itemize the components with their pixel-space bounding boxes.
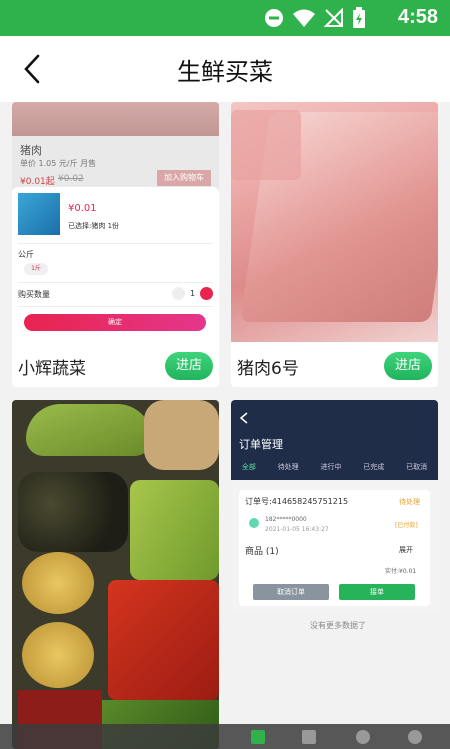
wifi-icon — [293, 9, 315, 27]
bottom-navigation — [0, 724, 450, 749]
tab-home-icon[interactable] — [251, 730, 265, 744]
enter-shop-button[interactable]: 进店 — [384, 352, 432, 380]
goods-expand[interactable]: 展开 — [399, 545, 413, 555]
sheet-price: ¥0.01 — [68, 203, 97, 214]
goods-label: 商品 (1) — [245, 547, 279, 557]
order-date: 2021-01-05 16:43:27 — [265, 526, 329, 533]
tab-cancelled[interactable]: 已取消 — [406, 462, 427, 478]
shop-name: 猪肉6号 — [237, 359, 299, 379]
divider — [18, 306, 213, 307]
spec-chip[interactable]: 1斤 — [24, 263, 48, 275]
divider — [18, 243, 213, 244]
bananas — [26, 404, 152, 456]
pork-image-second — [231, 110, 301, 180]
cancel-order-button[interactable]: 取消订单 — [253, 584, 329, 600]
product-old-price: ¥0.02 — [58, 174, 84, 184]
shop-thumbnail: 订单管理 全部 待处理 进行中 已完成 已取消 订单号:414658245751… — [231, 400, 438, 612]
order-header-title: 订单管理 — [239, 438, 283, 451]
divider — [18, 282, 213, 283]
quantity-value: 1 — [190, 289, 196, 298]
add-to-cart-button[interactable]: 加入购物车 — [157, 170, 211, 186]
header-bar: 生鲜买菜 — [0, 36, 450, 102]
order-header: 订单管理 全部 待处理 进行中 已完成 已取消 — [231, 400, 438, 480]
shop-thumbnail — [231, 102, 438, 342]
tab-in-progress[interactable]: 进行中 — [320, 462, 341, 478]
tab-completed[interactable]: 已完成 — [363, 462, 384, 478]
no-more-data: 没有更多数据了 — [310, 621, 366, 630]
payment-tag: [已付款] — [395, 522, 418, 529]
tab-cart-icon[interactable] — [302, 730, 316, 744]
sheet-product-image — [18, 193, 60, 235]
order-number: 订单号:414658245751215 — [245, 497, 349, 506]
cheese-wheel — [22, 552, 94, 614]
product-price: ¥0.01起 — [20, 177, 55, 187]
quantity-label: 购买数量 — [18, 290, 50, 299]
shop-thumbnail: 猪肉 单价 1.05 元/斤 月售 ¥0.01起 ¥0.02 加入购物车 ¥0.… — [12, 102, 219, 342]
shop-card[interactable]: 猪肉 单价 1.05 元/斤 月售 ¥0.01起 ¥0.02 加入购物车 ¥0.… — [12, 102, 219, 387]
shop-grid: 猪肉 单价 1.05 元/斤 月售 ¥0.01起 ¥0.02 加入购物车 ¥0.… — [0, 102, 450, 749]
shop-card[interactable] — [12, 400, 219, 749]
spec-sheet: ¥0.01 已选择:猪肉 1份 公斤 1斤 购买数量 1 确定 — [12, 187, 219, 342]
tab-message-icon[interactable] — [356, 730, 370, 744]
ginger — [144, 400, 219, 470]
sheet-selected: 已选择:猪肉 1份 — [68, 222, 120, 230]
do-not-disturb-icon — [265, 9, 283, 27]
shop-card[interactable]: 猪肉6号 进店 — [231, 102, 438, 387]
customer-phone: 182*****0000 — [265, 516, 307, 523]
status-bar: 4:58 — [0, 0, 450, 36]
page-title: 生鲜买菜 — [177, 58, 273, 86]
produce-image — [12, 400, 219, 749]
status-icons — [264, 7, 366, 29]
order-tabs: 全部 待处理 进行中 已完成 已取消 — [231, 462, 438, 478]
product-subtitle: 单价 1.05 元/斤 月售 — [20, 159, 97, 168]
no-signal-icon — [324, 8, 343, 27]
accept-order-button[interactable]: 接单 — [339, 584, 415, 600]
tab-all[interactable]: 全部 — [242, 462, 256, 478]
tab-profile-icon[interactable] — [408, 730, 422, 744]
product-title: 猪肉 — [20, 144, 42, 157]
spec-label: 公斤 — [18, 250, 34, 259]
shop-name: 小辉蔬菜 — [18, 359, 86, 379]
clock: 4:58 — [397, 6, 438, 28]
shop-card[interactable]: 订单管理 全部 待处理 进行中 已完成 已取消 订单号:414658245751… — [231, 400, 438, 612]
avatar — [249, 518, 259, 528]
enter-shop-button[interactable]: 进店 — [165, 352, 213, 380]
meat-image — [12, 102, 219, 136]
green-beans — [130, 480, 219, 580]
avocados — [18, 472, 128, 552]
order-card: 订单号:414658245751215 待处理 182*****0000 202… — [239, 490, 430, 606]
minus-button[interactable] — [172, 287, 185, 300]
confirm-button[interactable]: 确定 — [24, 314, 206, 331]
order-status: 待处理 — [399, 498, 420, 506]
plus-button[interactable] — [200, 287, 213, 300]
battery-charging-icon — [353, 7, 365, 28]
cheese-wheel — [22, 622, 94, 688]
tab-pending[interactable]: 待处理 — [278, 462, 299, 478]
back-arrow-icon — [239, 412, 248, 424]
order-total: 实付:¥0.01 — [385, 568, 417, 575]
red-chilies — [108, 580, 219, 700]
